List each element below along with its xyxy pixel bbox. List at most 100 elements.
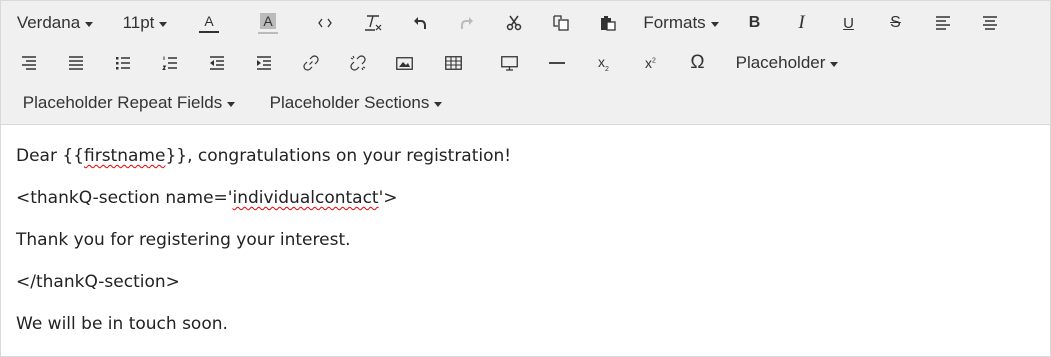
insert-link-button[interactable] bbox=[287, 45, 334, 81]
placeholder-sections-label: Placeholder Sections bbox=[269, 93, 430, 112]
table-icon bbox=[445, 56, 462, 70]
align-left-button[interactable] bbox=[919, 5, 966, 41]
text-color-icon: A bbox=[199, 14, 219, 33]
color-bar bbox=[199, 30, 219, 33]
superscript-mark: 2 bbox=[652, 57, 656, 65]
chevron-down-icon bbox=[159, 21, 168, 27]
toolbar-row-2: x2 x2 Ω Placeholder bbox=[5, 43, 1050, 83]
unlink-icon bbox=[349, 55, 366, 71]
redo-button[interactable] bbox=[443, 5, 490, 41]
text-run: <thankQ-section name=' bbox=[16, 188, 233, 208]
section-name-token: individualcontact bbox=[232, 188, 379, 208]
content-paragraph: We will be in touch soon. bbox=[16, 314, 228, 334]
superscript-icon: x2 bbox=[645, 55, 656, 71]
align-left-icon bbox=[935, 16, 950, 30]
editor-content-area[interactable]: Dear {{firstname}}, congratulations on y… bbox=[1, 125, 1050, 356]
superscript-button[interactable]: x2 bbox=[627, 45, 674, 81]
text-run: }}, congratulations on your registration… bbox=[165, 146, 512, 166]
redo-icon bbox=[460, 17, 473, 29]
undo-button[interactable] bbox=[396, 5, 443, 41]
numbered-list-icon bbox=[161, 56, 177, 70]
italic-button[interactable]: I bbox=[778, 5, 825, 41]
chevron-down-icon bbox=[227, 101, 236, 107]
chevron-down-icon bbox=[434, 101, 443, 107]
align-right-icon bbox=[21, 56, 36, 70]
toolbar-row-1: Verdana 11pt A A Formats B I U S bbox=[5, 3, 1050, 43]
color-bar bbox=[258, 31, 278, 34]
placeholder-sections-dropdown[interactable]: Placeholder Sections bbox=[253, 85, 459, 121]
table-dropdown[interactable] bbox=[428, 45, 486, 81]
align-right-button[interactable] bbox=[5, 45, 52, 81]
bullet-list-button[interactable] bbox=[99, 45, 146, 81]
subscript-icon: x2 bbox=[598, 54, 609, 73]
placeholder-repeat-fields-label: Placeholder Repeat Fields bbox=[22, 93, 223, 112]
horizontal-line-button[interactable] bbox=[533, 45, 580, 81]
subscript-glyph: x bbox=[598, 53, 606, 70]
copy-button[interactable] bbox=[537, 5, 584, 41]
clear-formatting-button[interactable] bbox=[349, 5, 396, 41]
editor-toolbar: Verdana 11pt A A Formats B I U S x2 x2 Ω… bbox=[1, 1, 1050, 125]
monitor-icon bbox=[501, 55, 518, 71]
content-paragraph: Thank you for registering your interest. bbox=[16, 230, 351, 250]
outdent-button[interactable] bbox=[193, 45, 240, 81]
omega-icon: Ω bbox=[690, 52, 705, 73]
font-size-value: 11pt bbox=[122, 13, 155, 32]
indent-button[interactable] bbox=[240, 45, 287, 81]
placeholder-token: firstname bbox=[84, 146, 166, 166]
outdent-icon bbox=[209, 56, 224, 70]
align-center-icon bbox=[982, 16, 997, 30]
bold-icon: B bbox=[748, 14, 761, 31]
justify-icon bbox=[68, 56, 83, 70]
superscript-glyph: x bbox=[645, 55, 653, 71]
font-family-value: Verdana bbox=[16, 13, 81, 32]
subscript-mark: 2 bbox=[605, 65, 609, 73]
placeholder-dropdown[interactable]: Placeholder bbox=[721, 45, 853, 81]
cut-button[interactable] bbox=[490, 5, 537, 41]
undo-icon bbox=[413, 17, 426, 29]
subscript-button[interactable]: x2 bbox=[580, 45, 627, 81]
remove-link-button[interactable] bbox=[334, 45, 381, 81]
chevron-down-icon bbox=[85, 21, 94, 27]
align-center-button[interactable] bbox=[966, 5, 1013, 41]
scissors-icon bbox=[506, 15, 521, 31]
code-icon bbox=[318, 18, 332, 28]
link-icon bbox=[302, 55, 319, 71]
placeholder-repeat-fields-dropdown[interactable]: Placeholder Repeat Fields bbox=[5, 85, 253, 121]
text-run: '> bbox=[378, 188, 398, 208]
font-family-dropdown[interactable]: Verdana bbox=[5, 5, 105, 41]
preview-button[interactable] bbox=[486, 45, 533, 81]
background-color-glyph: A bbox=[260, 12, 276, 29]
rich-text-editor: Verdana 11pt A A Formats B I U S x2 x2 Ω… bbox=[0, 0, 1051, 357]
numbered-list-button[interactable] bbox=[146, 45, 193, 81]
font-size-dropdown[interactable]: 11pt bbox=[105, 5, 185, 41]
placeholder-label: Placeholder bbox=[735, 53, 826, 72]
italic-icon: I bbox=[798, 12, 805, 33]
strikethrough-button[interactable]: S bbox=[872, 5, 919, 41]
paste-button[interactable] bbox=[584, 5, 631, 41]
chevron-down-icon bbox=[830, 61, 839, 67]
toolbar-row-3: Placeholder Repeat Fields Placeholder Se… bbox=[5, 83, 1050, 123]
source-code-button[interactable] bbox=[301, 5, 349, 41]
text-color-button[interactable]: A bbox=[185, 5, 243, 41]
justify-button[interactable] bbox=[52, 45, 99, 81]
formats-dropdown[interactable]: Formats bbox=[631, 5, 731, 41]
copy-icon bbox=[552, 15, 569, 31]
background-color-icon: A bbox=[258, 12, 278, 34]
content-paragraph: <thankQ-section name='individualcontact'… bbox=[16, 187, 1035, 210]
text-color-glyph: A bbox=[204, 12, 214, 29]
bold-button[interactable]: B bbox=[731, 5, 778, 41]
bullet-list-icon bbox=[115, 57, 130, 70]
background-color-button[interactable]: A bbox=[243, 5, 301, 41]
horizontal-line-icon bbox=[548, 62, 565, 64]
special-character-button[interactable]: Ω bbox=[674, 45, 721, 81]
content-paragraph: Dear {{firstname}}, congratulations on y… bbox=[16, 145, 1035, 168]
underline-icon: U bbox=[843, 14, 854, 32]
insert-image-button[interactable] bbox=[381, 45, 428, 81]
formats-label: Formats bbox=[643, 13, 706, 32]
paste-icon bbox=[600, 16, 616, 31]
image-icon bbox=[396, 56, 413, 70]
chevron-down-icon bbox=[710, 21, 719, 27]
underline-button[interactable]: U bbox=[825, 5, 872, 41]
strikethrough-icon: S bbox=[890, 14, 901, 31]
content-paragraph: </thankQ-section> bbox=[16, 272, 180, 292]
